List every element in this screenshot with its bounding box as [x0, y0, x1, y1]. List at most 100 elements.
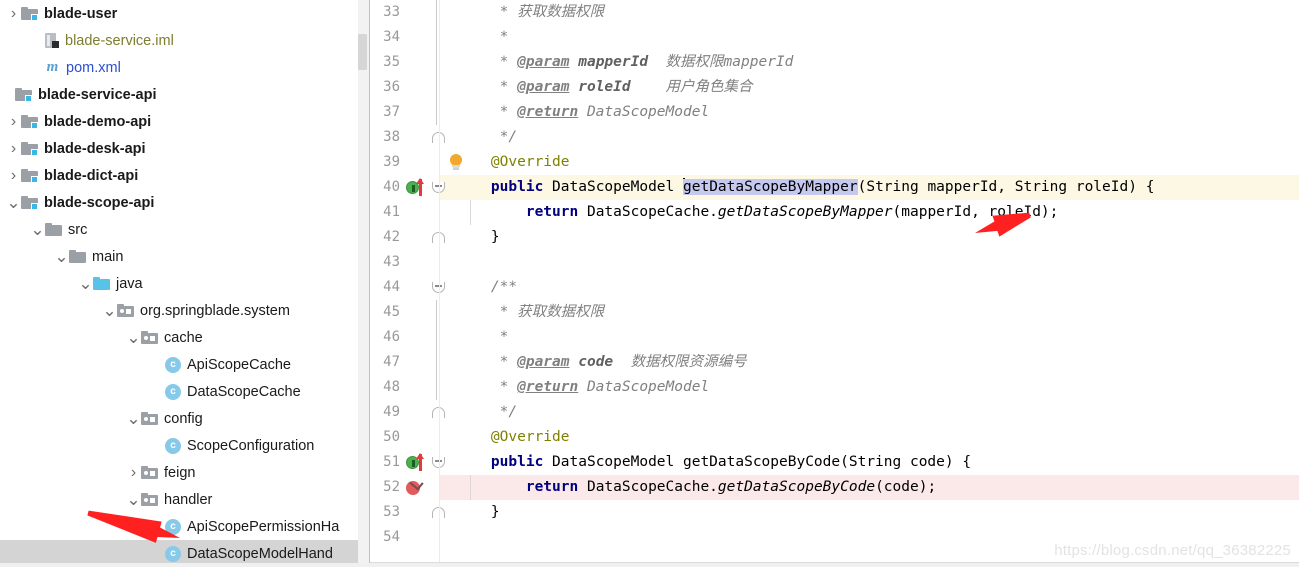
- code-line-52[interactable]: 52 return DataScopeCache.getDataScopeByC…: [370, 475, 1299, 500]
- code-line-45[interactable]: 45 * 获取数据权限: [370, 300, 1299, 325]
- tree-item-apiscopepermissionha[interactable]: c ApiScopePermissionHa: [0, 513, 369, 540]
- tree-item-pom-xml[interactable]: m pom.xml: [0, 54, 369, 81]
- code-text[interactable]: return DataScopeCache.getDataScopeByCode…: [440, 475, 1299, 500]
- gutter[interactable]: 39: [370, 150, 440, 175]
- code-text[interactable]: * @param mapperId 数据权限mapperId: [440, 50, 1299, 75]
- project-tree-list[interactable]: › blade-user blade-service.iml m pom.xml blad…: [0, 0, 369, 567]
- gutter[interactable]: 37: [370, 100, 440, 125]
- code-text[interactable]: * 获取数据权限: [440, 0, 1299, 25]
- tree-item-org-springblade-system[interactable]: ⌄ org.springblade.system: [0, 297, 369, 324]
- chevron-right-icon[interactable]: ›: [126, 459, 141, 486]
- code-line-42[interactable]: 42 }: [370, 225, 1299, 250]
- code-line-44[interactable]: 44 /**: [370, 275, 1299, 300]
- code-line-34[interactable]: 34 *: [370, 25, 1299, 50]
- gutter[interactable]: 45: [370, 300, 440, 325]
- code-text[interactable]: @Override: [440, 150, 1299, 175]
- code-editor-panel[interactable]: 33 * 获取数据权限 34 * 35 * @param mapperId 数据权限…: [370, 0, 1299, 567]
- chevron-right-icon[interactable]: ›: [6, 135, 21, 162]
- code-text[interactable]: * 获取数据权限: [440, 300, 1299, 325]
- code-line-37[interactable]: 37 * @return DataScopeModel: [370, 100, 1299, 125]
- gutter[interactable]: 49: [370, 400, 445, 425]
- code-line-46[interactable]: 46 *: [370, 325, 1299, 350]
- tree-item-apiscopecache[interactable]: c ApiScopeCache: [0, 351, 369, 378]
- code-line-35[interactable]: 35 * @param mapperId 数据权限mapperId: [370, 50, 1299, 75]
- chevron-down-icon[interactable]: ⌄: [78, 270, 93, 297]
- tree-item-blade-service-iml[interactable]: blade-service.iml: [0, 27, 369, 54]
- gutter[interactable]: 41: [370, 200, 440, 225]
- tree-item-feign[interactable]: › feign: [0, 459, 369, 486]
- gutter[interactable]: 54: [370, 525, 440, 550]
- code-line-41[interactable]: 41 return DataScopeCache.getDataScopeByM…: [370, 200, 1299, 225]
- gutter[interactable]: 47: [370, 350, 440, 375]
- code-line-33[interactable]: 33 * 获取数据权限: [370, 0, 1299, 25]
- code-line-39[interactable]: 39 @Override: [370, 150, 1299, 175]
- code-line-36[interactable]: 36 * @param roleId 用户角色集合: [370, 75, 1299, 100]
- code-text[interactable]: * @param code 数据权限资源编号: [440, 350, 1299, 375]
- code-text[interactable]: /**: [440, 275, 1299, 300]
- tree-item-blade-service-api[interactable]: blade-service-api: [0, 81, 369, 108]
- chevron-down-icon[interactable]: ⌄: [6, 189, 21, 216]
- gutter[interactable]: 48: [370, 375, 440, 400]
- chevron-down-icon[interactable]: ⌄: [126, 324, 141, 351]
- tree-item-handler[interactable]: ⌄ handler: [0, 486, 369, 513]
- code-text[interactable]: public DataScopeModel getDataScopeByCode…: [440, 450, 1299, 475]
- code-line-48[interactable]: 48 * @return DataScopeModel: [370, 375, 1299, 400]
- gutter[interactable]: 36: [370, 75, 440, 100]
- tree-item-scopeconfiguration[interactable]: c ScopeConfiguration: [0, 432, 369, 459]
- code-line-53[interactable]: 53 }: [370, 500, 1299, 525]
- gutter[interactable]: 50: [370, 425, 440, 450]
- chevron-right-icon[interactable]: ›: [6, 108, 21, 135]
- tree-item-cache[interactable]: ⌄ cache: [0, 324, 369, 351]
- tree-item-blade-dict-api[interactable]: › blade-dict-api: [0, 162, 369, 189]
- gutter[interactable]: 40: [370, 175, 445, 200]
- code-text[interactable]: public DataScopeModel getDataScopeByMapp…: [440, 175, 1299, 200]
- code-line-47[interactable]: 47 * @param code 数据权限资源编号: [370, 350, 1299, 375]
- sidebar-scrollbar-track[interactable]: [358, 0, 369, 567]
- gutter[interactable]: 42: [370, 225, 445, 250]
- code-text[interactable]: */: [440, 400, 1299, 425]
- tree-item-src[interactable]: ⌄ src: [0, 216, 369, 243]
- gutter[interactable]: 33: [370, 0, 440, 25]
- gutter[interactable]: 46: [370, 325, 440, 350]
- gutter[interactable]: 35: [370, 50, 440, 75]
- chevron-down-icon[interactable]: ⌄: [126, 405, 141, 432]
- tree-item-blade-desk-api[interactable]: › blade-desk-api: [0, 135, 369, 162]
- code-text[interactable]: @Override: [440, 425, 1299, 450]
- code-line-38[interactable]: 38 */: [370, 125, 1299, 150]
- gutter[interactable]: 52: [370, 475, 440, 500]
- code-text[interactable]: return DataScopeCache.getDataScopeByMapp…: [440, 200, 1299, 225]
- gutter[interactable]: 43: [370, 250, 440, 275]
- breakpoint-icon[interactable]: [406, 476, 436, 497]
- tree-item-java[interactable]: ⌄ java: [0, 270, 369, 297]
- gutter[interactable]: 53: [370, 500, 445, 525]
- tree-item-blade-demo-api[interactable]: › blade-demo-api: [0, 108, 369, 135]
- code-line-43[interactable]: 43: [370, 250, 1299, 275]
- code-text[interactable]: * @param roleId 用户角色集合: [440, 75, 1299, 100]
- tree-item-blade-scope-api[interactable]: ⌄ blade-scope-api: [0, 189, 369, 216]
- code-line-container[interactable]: 33 * 获取数据权限 34 * 35 * @param mapperId 数据权限…: [370, 0, 1299, 550]
- chevron-down-icon[interactable]: ⌄: [102, 297, 117, 324]
- chevron-right-icon[interactable]: ›: [6, 0, 21, 27]
- chevron-down-icon[interactable]: ⌄: [54, 243, 69, 270]
- gutter[interactable]: 34: [370, 25, 440, 50]
- code-text[interactable]: }: [440, 500, 1299, 525]
- tree-item-main[interactable]: ⌄ main: [0, 243, 369, 270]
- code-line-51[interactable]: 51 public DataScopeModel getDataScopeByC…: [370, 450, 1299, 475]
- project-tree-panel[interactable]: › blade-user blade-service.iml m pom.xml blad…: [0, 0, 370, 567]
- chevron-down-icon[interactable]: ⌄: [30, 216, 45, 243]
- code-line-40[interactable]: 40 public DataScopeModel getDataScopeByM…: [370, 175, 1299, 200]
- tree-item-datascopecache[interactable]: c DataScopeCache: [0, 378, 369, 405]
- chevron-right-icon[interactable]: ›: [6, 162, 21, 189]
- code-text[interactable]: *: [440, 25, 1299, 50]
- code-text[interactable]: */: [440, 125, 1299, 150]
- gutter[interactable]: 51: [370, 450, 445, 475]
- code-text[interactable]: *: [440, 325, 1299, 350]
- chevron-down-icon[interactable]: ⌄: [126, 486, 141, 513]
- code-text[interactable]: }: [440, 225, 1299, 250]
- gutter[interactable]: 44: [370, 275, 445, 300]
- code-text[interactable]: * @return DataScopeModel: [440, 375, 1299, 400]
- code-line-49[interactable]: 49 */: [370, 400, 1299, 425]
- gutter[interactable]: 38: [370, 125, 445, 150]
- tree-item-blade-user[interactable]: › blade-user: [0, 0, 369, 27]
- sidebar-scrollbar-thumb[interactable]: [358, 34, 367, 70]
